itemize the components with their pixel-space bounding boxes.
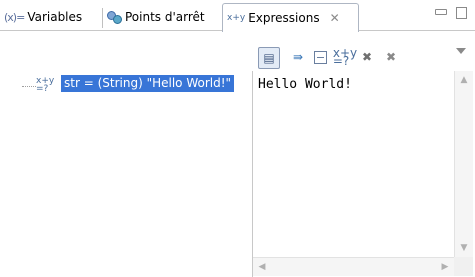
- remove-icon: ✖: [361, 50, 373, 64]
- collapse-all-button[interactable]: [310, 47, 330, 67]
- add-watch-expression-button[interactable]: ⇛: [288, 47, 308, 67]
- scrollbar-corner: [454, 257, 473, 276]
- create-expression-button[interactable]: x+y =?: [332, 46, 358, 68]
- expressions-toolbar: ▤ ⇛ x+y =? ✖ ✖: [0, 31, 475, 71]
- add-expression-icon: ⇛: [292, 50, 304, 64]
- tree-connector: [22, 86, 36, 87]
- remove-all-icon: ✖: [385, 50, 397, 64]
- breakpoints-icon: [107, 10, 122, 24]
- vertical-scrollbar[interactable]: ▲ ▼: [454, 71, 473, 257]
- variables-icon: (x)=: [4, 10, 25, 24]
- watch-expression-icon: x+y =?: [36, 76, 55, 94]
- expression-row[interactable]: str = (String) "Hello World!": [61, 75, 235, 92]
- new-expression-icon: x+y =?: [332, 46, 358, 68]
- tab-breakpoints[interactable]: Points d'arrêt: [103, 4, 221, 30]
- view-menu-icon[interactable]: [456, 48, 466, 54]
- horizontal-scrollbar[interactable]: ◀ ▶: [253, 257, 454, 276]
- scroll-right-icon[interactable]: ▶: [436, 258, 454, 276]
- tab-breakpoints-label: Points d'arrêt: [125, 10, 205, 24]
- scroll-left-icon[interactable]: ◀: [253, 258, 271, 276]
- view-tab-bar: (x)= Variables Points d'arrêt x+y Expres…: [0, 0, 475, 32]
- detail-value-text[interactable]: Hello World!: [258, 77, 352, 92]
- detail-pane: Hello World! ▲ ▼ ◀ ▶: [253, 71, 475, 277]
- close-icon[interactable]: ✕: [330, 11, 340, 25]
- expressions-tree: x+y =? str = (String) "Hello World!": [0, 71, 252, 277]
- expressions-icon: x+y: [227, 12, 246, 23]
- maximize-icon[interactable]: [456, 7, 467, 19]
- tab-expressions[interactable]: x+y Expressions ✕: [222, 3, 359, 32]
- detail-pane-icon: ▤: [263, 51, 275, 65]
- remove-expression-button[interactable]: ✖: [357, 47, 377, 67]
- scroll-up-icon[interactable]: ▲: [455, 71, 473, 89]
- scroll-down-icon[interactable]: ▼: [455, 239, 473, 257]
- minimize-icon[interactable]: [435, 9, 447, 15]
- tab-expressions-label: Expressions: [248, 11, 320, 25]
- tab-variables-label: Variables: [27, 10, 83, 24]
- remove-all-button[interactable]: ✖: [381, 47, 401, 67]
- collapse-all-icon: [313, 50, 327, 64]
- window-controls: [435, 7, 467, 19]
- tab-variables[interactable]: (x)= Variables: [4, 4, 101, 30]
- show-detail-pane-button[interactable]: ▤: [258, 47, 280, 69]
